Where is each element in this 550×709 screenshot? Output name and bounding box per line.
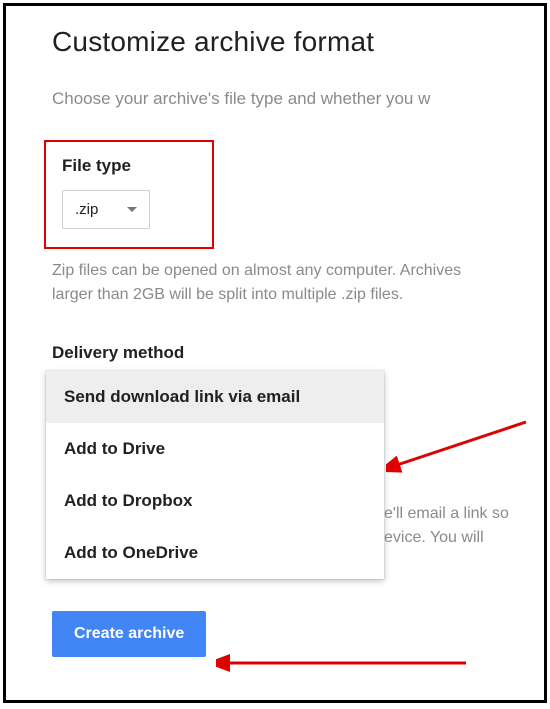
page-title: Customize archive format [52, 26, 498, 58]
delivery-method-label: Delivery method [52, 343, 498, 363]
file-type-hint: Zip files can be opened on almost any co… [52, 259, 498, 307]
chevron-down-icon [127, 207, 137, 212]
create-archive-button[interactable]: Create archive [52, 611, 206, 657]
delivery-option-email[interactable]: Send download link via email [46, 371, 384, 423]
delivery-option-drive[interactable]: Add to Drive [46, 423, 384, 475]
delivery-option-onedrive[interactable]: Add to OneDrive [46, 527, 384, 579]
partial-hint-text: e'll email a link so evice. You will [384, 502, 509, 550]
file-type-label: File type [62, 156, 198, 176]
file-type-select[interactable]: .zip [62, 190, 150, 229]
delivery-option-dropbox[interactable]: Add to Dropbox [46, 475, 384, 527]
file-type-value: .zip [75, 201, 98, 218]
file-type-section: File type .zip [44, 140, 214, 249]
delivery-method-dropdown: Send download link via email Add to Driv… [46, 371, 384, 579]
page-description: Choose your archive's file type and whet… [52, 86, 498, 112]
